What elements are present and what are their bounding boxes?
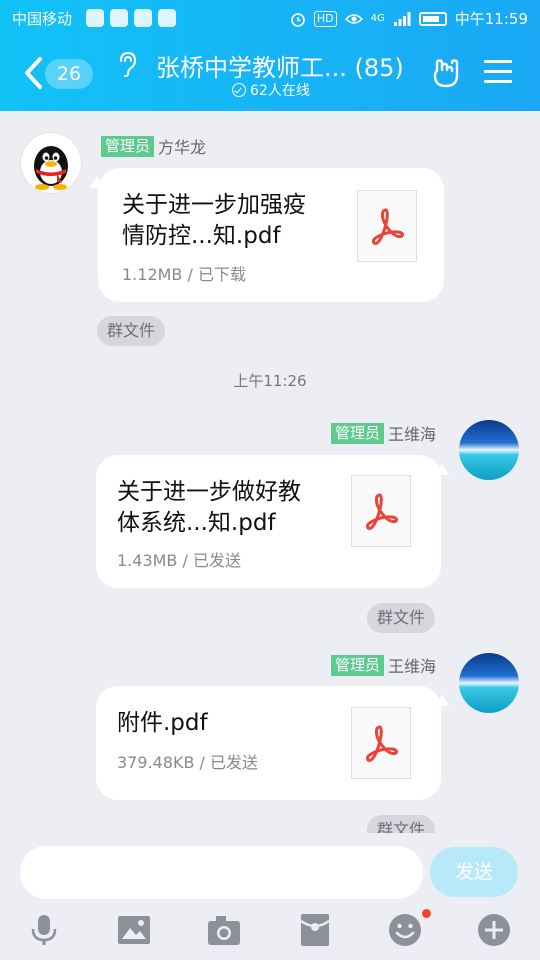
- input-bar: 发送: [0, 833, 540, 960]
- admin-tag: 管理员: [101, 135, 155, 157]
- admin-tag: 管理员: [330, 654, 384, 676]
- group-title[interactable]: 张桥中学教师工... (85): [156, 48, 404, 83]
- pdf-file-icon: [351, 475, 411, 547]
- file-name-line: 情防控...知.pdf: [122, 223, 281, 249]
- eye-icon: [344, 13, 363, 24]
- back-chevron-icon[interactable]: [22, 56, 44, 90]
- ear-icon[interactable]: [116, 51, 138, 77]
- microphone-icon[interactable]: [27, 913, 61, 947]
- file-name-line: 关于进一步做好教: [117, 479, 301, 505]
- plus-icon[interactable]: [477, 913, 511, 947]
- signal-icon: [393, 11, 411, 26]
- chat-header: 中国移动 HD 4G 中午11:59 26 张桥中学教师工... (85) 62…: [0, 0, 540, 111]
- status-app-icons: [86, 9, 176, 27]
- message-list[interactable]: 管理员 方华龙 关于进一步加强疫 情防控...知.pdf 1.12MB / 已下…: [0, 111, 540, 833]
- avatar[interactable]: [459, 420, 519, 480]
- file-message-bubble[interactable]: 关于进一步加强疫 情防控...知.pdf 1.12MB / 已下载: [98, 168, 444, 302]
- avatar[interactable]: [459, 653, 519, 713]
- network-type: 4G: [370, 13, 385, 24]
- group-file-chip[interactable]: 群文件: [367, 603, 436, 633]
- status-bar: 中国移动 HD 4G 中午11:59: [0, 0, 540, 36]
- hd-badge: HD: [313, 10, 337, 27]
- emoji-icon[interactable]: [388, 913, 422, 947]
- qq-penguin-icon: [34, 146, 68, 190]
- admin-tag: 管理员: [330, 422, 384, 444]
- carrier-label: 中国移动: [12, 10, 73, 28]
- pdf-file-icon: [357, 190, 417, 262]
- group-file-chip[interactable]: 群文件: [97, 316, 166, 346]
- file-name-line: 关于进一步加强疫: [122, 192, 306, 218]
- unread-count-badge[interactable]: 26: [45, 59, 93, 89]
- sender-info: 管理员 王维海: [330, 421, 436, 445]
- status-indicators: HD 4G 中午11:59: [290, 8, 528, 29]
- file-name-line: 附件.pdf: [117, 710, 208, 736]
- check-circle-icon: [232, 83, 246, 97]
- file-meta: 379.48KB / 已发送: [117, 753, 259, 772]
- alarm-icon: [291, 12, 305, 27]
- menu-icon[interactable]: [484, 60, 512, 84]
- hand-gesture-icon[interactable]: [430, 57, 462, 89]
- sender-name[interactable]: 方华龙: [158, 134, 206, 158]
- sender-name[interactable]: 王维海: [388, 421, 436, 445]
- group-file-chip[interactable]: 群文件: [367, 815, 436, 833]
- notification-app-icon: [134, 9, 152, 27]
- message-input[interactable]: [20, 846, 423, 899]
- sender-info: 管理员 王维海: [330, 653, 436, 677]
- clock: 中午11:59: [454, 10, 528, 28]
- red-packet-icon[interactable]: [298, 913, 332, 947]
- file-name-line: 体系统...知.pdf: [117, 510, 276, 536]
- timestamp: 上午11:26: [233, 372, 307, 390]
- notification-app-icon: [86, 9, 104, 27]
- pdf-file-icon: [351, 707, 411, 779]
- sender-name[interactable]: 王维海: [388, 653, 436, 677]
- image-icon[interactable]: [117, 913, 151, 947]
- notification-app-icon: [110, 9, 128, 27]
- file-message-bubble[interactable]: 附件.pdf 379.48KB / 已发送: [96, 686, 441, 800]
- battery-icon: [418, 11, 447, 26]
- online-count: 62人在线: [232, 80, 310, 100]
- camera-icon[interactable]: [207, 913, 241, 947]
- notification-app-icon: [158, 9, 176, 27]
- send-button[interactable]: 发送: [430, 847, 518, 897]
- file-message-bubble[interactable]: 关于进一步做好教 体系统...知.pdf 1.43MB / 已发送: [96, 455, 441, 588]
- file-meta: 1.12MB / 已下载: [122, 265, 246, 284]
- new-badge-dot: [422, 909, 431, 918]
- online-count-label: 62人在线: [250, 83, 310, 99]
- file-meta: 1.43MB / 已发送: [117, 551, 241, 570]
- avatar[interactable]: [21, 133, 81, 193]
- sender-info: 管理员 方华龙: [101, 134, 206, 158]
